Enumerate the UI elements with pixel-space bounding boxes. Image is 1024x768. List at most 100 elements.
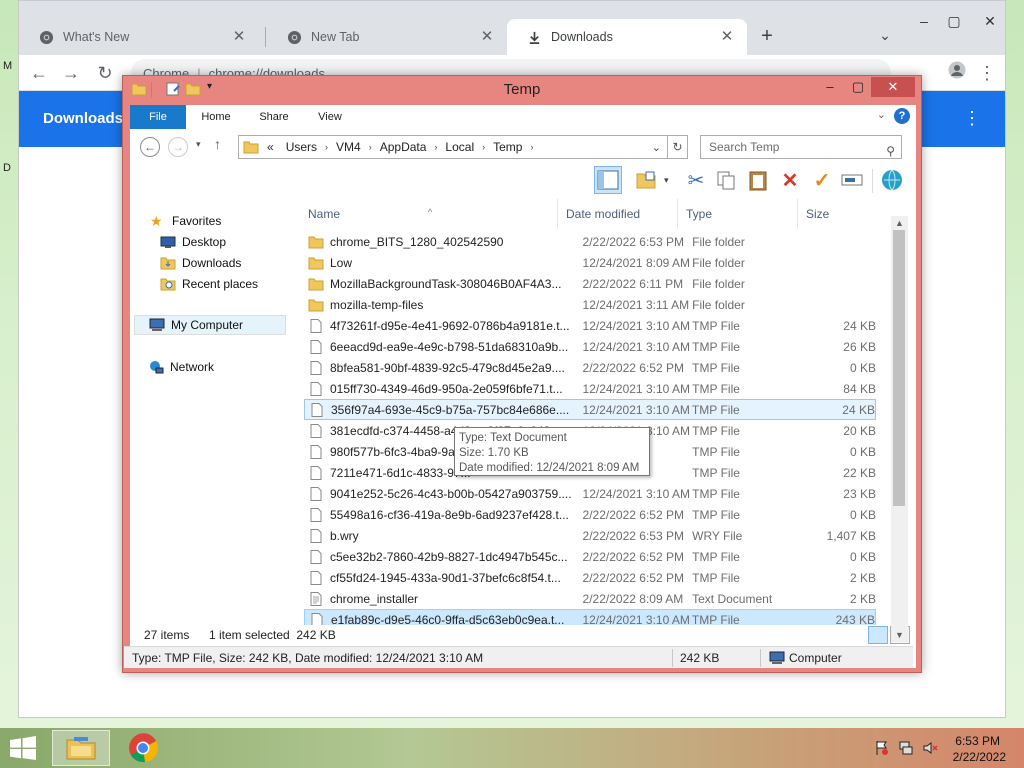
table-row[interactable]: 356f97a4-693e-45c9-b75a-757bc84e686e....… [304, 399, 876, 420]
downloads-folder-icon [160, 257, 176, 270]
nav-recent-places[interactable]: Recent places [160, 274, 258, 294]
nav-desktop[interactable]: Desktop [160, 232, 226, 252]
breadcrumb-temp[interactable]: Temp [493, 140, 522, 154]
maximize-icon[interactable]: ▢ [939, 9, 969, 33]
rename-icon[interactable] [838, 166, 866, 194]
tab-new-tab[interactable]: New Tab ✕ [267, 19, 507, 55]
file-date: 12/24/2021 3:10 AM [582, 318, 690, 333]
minimize-icon[interactable]: ‒ [909, 9, 939, 33]
preview-pane-icon[interactable] [594, 166, 622, 194]
tab-home[interactable]: Home [188, 105, 244, 129]
explorer-body: ← → ▾ ↑ « Users › VM4 › AppData › Local › Te… [130, 129, 916, 668]
table-row[interactable]: mozilla-temp-files 12/24/2021 3:11 AM File… [304, 294, 876, 315]
view-dropdown-icon[interactable]: ▾ [664, 175, 669, 186]
delete-icon[interactable]: ✕ [776, 166, 804, 194]
table-row[interactable]: Low 12/24/2021 8:09 AM File folder [304, 252, 876, 273]
tab-view[interactable]: View [302, 105, 358, 129]
volume-muted-icon[interactable] [922, 740, 938, 756]
scrollbar-thumb[interactable] [893, 230, 905, 506]
chevron-down-icon[interactable]: ⌄ [652, 141, 661, 154]
breadcrumb-local[interactable]: Local [445, 140, 474, 154]
profile-avatar-icon[interactable] [945, 61, 969, 85]
windows-start-icon[interactable] [8, 736, 38, 760]
back-arrow-icon[interactable]: ← [27, 61, 51, 85]
search-input[interactable]: Search Temp ⚲ [700, 135, 902, 159]
file-size: 20 KB [843, 423, 876, 438]
taskbar-file-explorer[interactable] [52, 730, 110, 766]
table-row[interactable]: 4f73261f-d95e-4e41-9692-0786b4a9181e.t..… [304, 315, 876, 336]
scroll-up-icon[interactable]: ▲ [891, 218, 908, 228]
table-row[interactable]: 6eeacd9d-ea9e-4e9c-b798-51da68310a9b... 1… [304, 336, 876, 357]
nav-my-computer[interactable]: My Computer [134, 315, 286, 335]
help-icon[interactable]: ? [894, 108, 910, 124]
close-tab-icon[interactable]: ✕ [719, 29, 735, 45]
details-view-icon[interactable] [868, 626, 888, 644]
table-row[interactable]: c5ee32b2-7860-42b9-8827-1dc4947b545c... 2… [304, 546, 876, 567]
globe-icon[interactable] [878, 166, 906, 194]
tab-file[interactable]: File [130, 105, 186, 129]
breadcrumb-users[interactable]: Users [286, 140, 317, 154]
minimize-icon[interactable]: ‒ [817, 77, 843, 97]
clock-date[interactable]: 2/22/2022 [953, 750, 1006, 764]
column-type[interactable]: Type [678, 199, 798, 229]
close-icon[interactable]: ✕ [975, 9, 1005, 33]
maximize-icon[interactable]: ▢ [845, 77, 871, 97]
file-type: WRY File [692, 528, 743, 543]
nav-favorites[interactable]: ★ Favorites [150, 211, 221, 231]
network-tray-icon[interactable] [898, 740, 914, 756]
file-type: TMP File [691, 612, 740, 626]
vertical-scrollbar[interactable]: ▲ ▼ [891, 216, 908, 642]
file-date: 12/24/2021 3:11 AM [582, 297, 690, 312]
table-row[interactable]: 8bfea581-90bf-4839-92c5-479c8d45e2a9....… [304, 357, 876, 378]
scroll-down-icon[interactable]: ▼ [891, 630, 908, 640]
select-all-icon[interactable]: ✓ [808, 166, 836, 194]
kebab-menu-icon[interactable]: ⋮ [963, 109, 981, 127]
paste-icon[interactable] [744, 166, 772, 194]
close-tab-icon[interactable]: ✕ [231, 29, 247, 45]
new-tab-button[interactable]: + [755, 25, 779, 49]
table-row[interactable]: chrome_BITS_1280_402542590 2/22/2022 6:53… [304, 231, 876, 252]
change-view-icon[interactable] [632, 166, 660, 194]
action-center-flag-icon[interactable] [874, 740, 890, 756]
table-row[interactable]: e1fab89c-d9e5-46c0-9ffa-d5c63eb0c9ea.t..… [304, 609, 876, 625]
breadcrumb-appdata[interactable]: AppData [380, 140, 427, 154]
close-tab-icon[interactable]: ✕ [479, 29, 495, 45]
kebab-menu-icon[interactable]: ⋮ [975, 61, 999, 85]
close-icon[interactable]: ✕ [871, 77, 915, 97]
table-row[interactable]: MozillaBackgroundTask-308046B0AF4A3... 2/… [304, 273, 876, 294]
up-arrow-icon[interactable]: ↑ [214, 136, 221, 152]
tab-share[interactable]: Share [246, 105, 302, 129]
cut-icon[interactable]: ✂ [682, 166, 710, 194]
column-size[interactable]: Size [798, 199, 878, 229]
forward-arrow-icon[interactable]: → [168, 137, 188, 157]
tab-whats-new[interactable]: What's New ✕ [19, 19, 259, 55]
recent-locations-icon[interactable]: ▾ [196, 139, 201, 150]
forward-arrow-icon[interactable]: → [59, 61, 83, 85]
address-bar[interactable]: « Users › VM4 › AppData › Local › Temp › ⌄ [238, 135, 668, 159]
table-row[interactable]: 55498a16-cf36-419a-8e9b-6ad9237ef428.t..… [304, 504, 876, 525]
tab-downloads[interactable]: Downloads ✕ [507, 19, 747, 55]
nav-downloads[interactable]: Downloads [160, 253, 241, 273]
column-name[interactable]: Name ^ [300, 199, 558, 229]
table-row[interactable]: cf55fd24-1945-433a-90d1-37befc6c8f54.t..… [304, 567, 876, 588]
back-arrow-icon[interactable]: ← [140, 137, 160, 157]
clock-time[interactable]: 6:53 PM [955, 734, 1000, 748]
taskbar-chrome[interactable] [114, 730, 172, 766]
chevron-down-icon[interactable]: ⌄ [877, 108, 886, 121]
file-date: 2/22/2022 6:53 PM [582, 528, 684, 543]
reload-icon[interactable]: ↻ [93, 61, 117, 85]
copy-icon[interactable] [712, 166, 740, 194]
refresh-icon[interactable]: ↻ [668, 135, 688, 159]
column-date-modified[interactable]: Date modified [558, 199, 678, 229]
table-row[interactable]: 015ff730-4349-46d9-950a-2e059f6bfe71.t..… [304, 378, 876, 399]
table-row[interactable]: b.wry 2/22/2022 6:53 PM WRY File 1,407 KB [304, 525, 876, 546]
table-row[interactable]: 9041e252-5c26-4c43-b00b-05427a903759....… [304, 483, 876, 504]
chevron-down-icon[interactable]: ⌄ [875, 27, 895, 47]
file-type: Text Document [692, 591, 773, 606]
breadcrumb-overflow[interactable]: « [267, 140, 274, 154]
file-type: File folder [692, 255, 745, 270]
nav-network[interactable]: Network [148, 357, 214, 377]
breadcrumb-vm4[interactable]: VM4 [336, 140, 361, 154]
file-size: 0 KB [849, 444, 876, 459]
table-row[interactable]: chrome_installer 2/22/2022 8:09 AM Text Do… [304, 588, 876, 609]
